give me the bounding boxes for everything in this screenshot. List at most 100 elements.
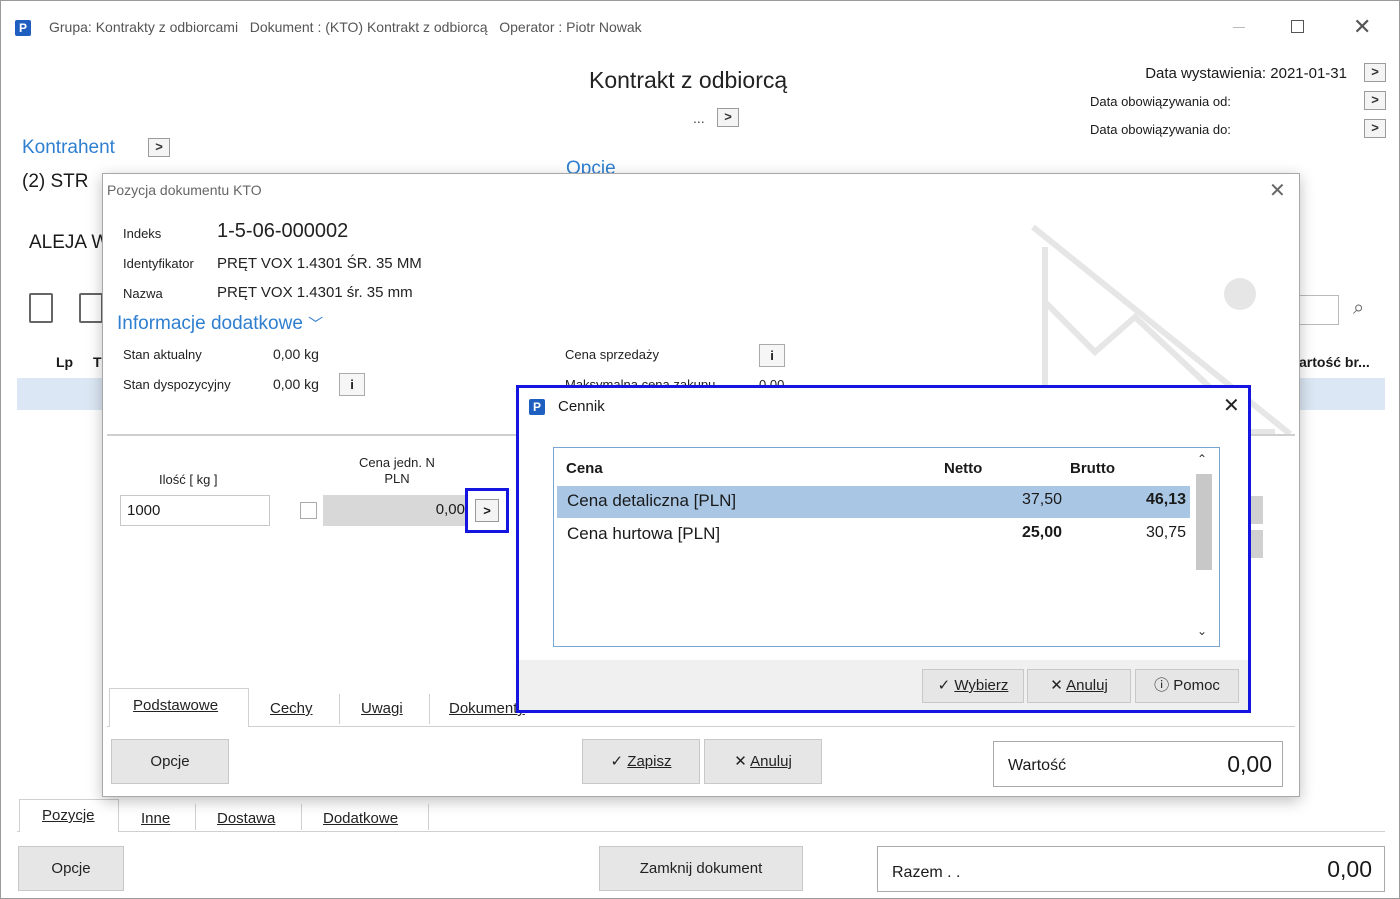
unit-price-input[interactable]: 0,00 [323, 495, 469, 526]
grid-scrollbar[interactable]: ⌃ ⌄ [1194, 452, 1214, 642]
price-name: Cena detaliczna [PLN] [567, 491, 737, 510]
unit-price-currency: PLN [384, 471, 410, 486]
price-grid: Cena Netto Brutto Cena detaliczna [PLN] … [553, 447, 1220, 647]
contractor-name: (2) STR [22, 171, 89, 192]
list-search-icon[interactable]: ⌕ [1353, 297, 1364, 320]
document-title: Kontrakt z odbiorcą [589, 67, 788, 93]
minimize-icon[interactable] [1233, 27, 1245, 28]
dialog-close-icon[interactable]: ✕ [1269, 178, 1286, 203]
value-amount: 0,00 [1227, 751, 1272, 777]
scroll-down-icon[interactable]: ⌄ [1197, 624, 1207, 638]
quantity-value: 1000 [127, 502, 161, 519]
maximize-icon[interactable] [1291, 20, 1304, 33]
col-gross-value: artość br... [1299, 354, 1370, 370]
price-list-dialog: P Cennik ✕ Cena Netto Brutto Cena detali… [516, 385, 1251, 713]
dialog-title: Pozycja dokumentu KTO [107, 182, 262, 198]
stock-available-value: 0,00 kg [273, 376, 319, 392]
price-net: 37,50 [1021, 491, 1062, 508]
app-logo-icon: P [15, 19, 31, 36]
help-label: Pomoc [1173, 677, 1220, 694]
contractor-link[interactable]: Kontrahent [22, 137, 115, 159]
options-button[interactable]: Opcje [18, 846, 124, 891]
help-button[interactable]: ⓘ Pomoc [1135, 669, 1239, 703]
add-document-icon[interactable] [79, 293, 103, 323]
issue-date-button[interactable]: > [1364, 63, 1386, 82]
unit-price-label: Cena jedn. N [359, 455, 435, 470]
col-lp: Lp [56, 354, 74, 370]
more-info-link[interactable]: Informacje dodatkowe ﹀ [117, 313, 323, 335]
dialog-options-button[interactable]: Opcje [111, 739, 229, 784]
price-row-wholesale[interactable]: Cena hurtowa [PLN] 25,00 30,75 [557, 519, 1190, 551]
cancel-x-icon: ✕ [1050, 677, 1067, 694]
hidden-field-1 [1251, 496, 1263, 524]
quantity-input[interactable]: 1000 [120, 495, 270, 526]
name-label: Nazwa [123, 286, 163, 301]
price-gross: 30,75 [1145, 524, 1186, 541]
scroll-thumb[interactable] [1196, 474, 1212, 570]
col-net: Netto [944, 460, 983, 477]
stock-current-value: 0,00 kg [273, 346, 319, 362]
number-expand-button[interactable]: > [717, 108, 739, 127]
close-window-icon[interactable]: ✕ [1353, 14, 1371, 40]
price-name: Cena hurtowa [PLN] [567, 524, 721, 543]
contractor-address: ALEJA W [29, 232, 110, 253]
tab-positions[interactable]: Pozycje [42, 807, 95, 824]
sale-price-label: Cena sprzedaży [565, 347, 659, 362]
sale-price-info-icon[interactable]: i [759, 344, 785, 367]
valid-to-button[interactable]: > [1364, 119, 1386, 138]
index-label: Indeks [123, 226, 162, 241]
tab-basic[interactable]: Podstawowe [133, 697, 218, 714]
cancel-button[interactable]: ✕ Anuluj [704, 739, 822, 784]
chevron-down-icon: ﹀ [308, 316, 324, 333]
select-label: Wybierz [954, 677, 1009, 694]
price-gross: 46,13 [1145, 491, 1186, 508]
number-dots: ... [693, 110, 705, 126]
tab-features[interactable]: Cechy [270, 700, 313, 717]
chevron-right-icon: > [475, 499, 499, 522]
col-type: T [93, 354, 102, 370]
col-price: Cena [566, 460, 603, 477]
tab-additional[interactable]: Dodatkowe [323, 810, 398, 827]
identifier-label: Identyfikator [123, 256, 194, 271]
total-value: 0,00 [1327, 856, 1372, 882]
qty-label: Ilość [ kg ] [159, 472, 218, 487]
tab-delivery[interactable]: Dostawa [217, 810, 275, 827]
check-icon: ✓ [937, 677, 955, 694]
contractor-expand-button[interactable]: > [148, 138, 170, 157]
stock-info-icon[interactable]: i [339, 373, 365, 396]
total-label: Razem . . [892, 864, 961, 881]
cancel-x-icon: ✕ [734, 753, 751, 770]
issue-date: Data wystawienia: 2021-01-31 [1145, 65, 1347, 82]
cennik-cancel-label: Anuluj [1066, 677, 1108, 694]
col-gross: Brutto [1070, 460, 1115, 477]
cennik-title: Cennik [558, 398, 605, 415]
price-checkbox[interactable] [300, 502, 317, 519]
total-box: Razem . . 0,00 [877, 846, 1385, 892]
tab-documents[interactable]: Dokumenty [449, 700, 525, 717]
unit-price-value: 0,00 [435, 501, 465, 518]
tab-other[interactable]: Inne [141, 810, 170, 827]
cancel-label: Anuluj [750, 753, 792, 770]
valid-to-label: Data obowiązywania do: [1090, 122, 1231, 137]
select-button[interactable]: ✓ Wybierz [922, 669, 1024, 703]
price-net: 25,00 [1021, 524, 1062, 541]
preview-document-icon[interactable] [29, 293, 53, 323]
scroll-up-icon[interactable]: ⌃ [1197, 452, 1207, 466]
identifier-value: PRĘT VOX 1.4301 ŚR. 35 MM [217, 255, 422, 272]
tab-notes[interactable]: Uwagi [361, 700, 403, 717]
cennik-logo-icon: P [529, 398, 545, 415]
price-row-retail[interactable]: Cena detaliczna [PLN] 37,50 46,13 [557, 486, 1190, 518]
hidden-field-2 [1251, 530, 1263, 558]
cennik-cancel-button[interactable]: ✕ Anuluj [1027, 669, 1131, 703]
search-field[interactable] [1297, 295, 1339, 325]
help-icon: ⓘ [1154, 677, 1174, 694]
save-button[interactable]: ✓ Zapisz [582, 739, 700, 784]
check-icon: ✓ [610, 753, 628, 770]
value-box: Wartość 0,00 [993, 741, 1283, 787]
window-title: Grupa: Kontrakty z odbiorcami Dokument :… [49, 19, 642, 35]
valid-from-button[interactable]: > [1364, 91, 1386, 110]
cennik-close-icon[interactable]: ✕ [1223, 393, 1240, 418]
price-list-button[interactable]: > [465, 488, 509, 533]
save-label: Zapisz [627, 753, 672, 770]
close-document-button[interactable]: Zamknij dokument [599, 846, 803, 891]
